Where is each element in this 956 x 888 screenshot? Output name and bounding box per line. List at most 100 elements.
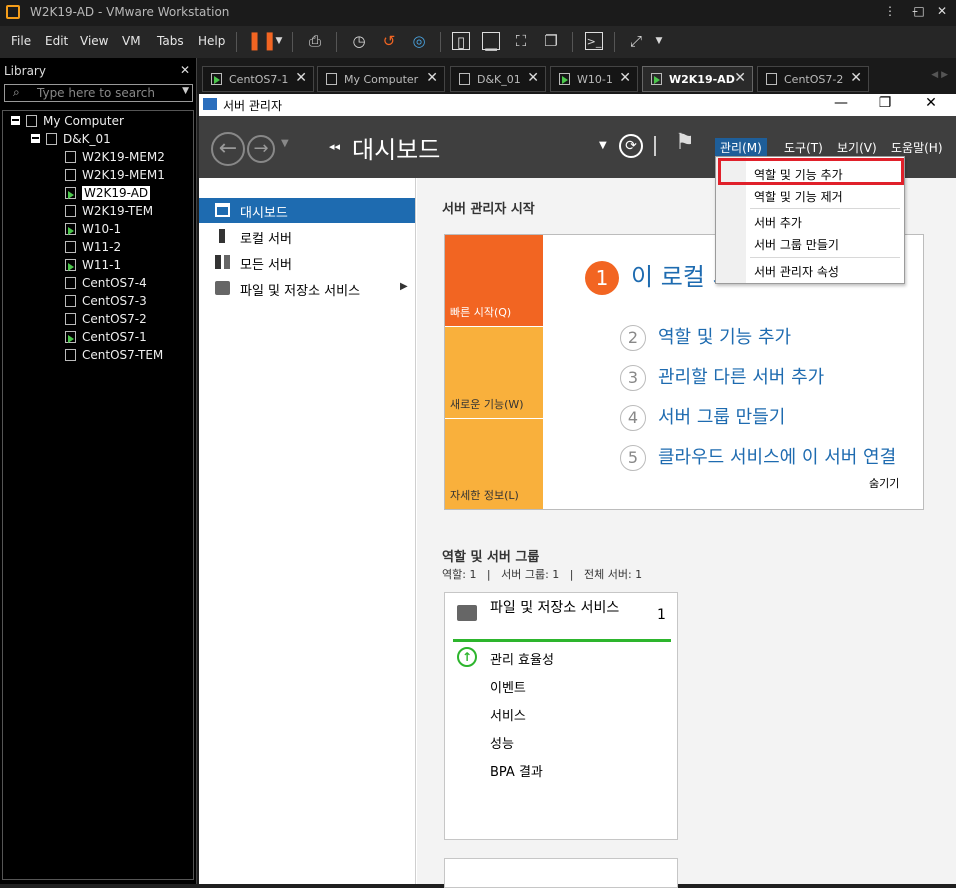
expand-arrow-icon[interactable]: ▶	[400, 281, 408, 292]
toolbar-divider	[236, 32, 237, 52]
refresh-dropdown-icon[interactable]: ▼	[599, 140, 607, 151]
card-item-performance[interactable]: 성능	[490, 733, 514, 752]
dropdown-icon[interactable]: ▼	[270, 32, 288, 50]
vm-tab[interactable]: CentOS7-1 ✕	[202, 66, 314, 92]
refresh-icon[interactable]: ⟳	[619, 134, 643, 158]
close-tab-icon[interactable]: ✕	[527, 70, 539, 86]
library-tree-item[interactable]: W2K19-AD	[65, 185, 151, 202]
library-tree-item[interactable]: W11-1	[65, 257, 121, 274]
status-bar	[453, 639, 671, 642]
close-tab-icon[interactable]: ✕	[426, 70, 438, 86]
maximize-button[interactable]: □	[908, 4, 930, 18]
menu-help[interactable]: Help	[198, 34, 225, 48]
tree-item-label: CentOS7-4	[82, 276, 147, 290]
library-tree-item[interactable]: CentOS7-2	[65, 311, 147, 328]
step-number: 3	[620, 365, 646, 391]
close-button[interactable]: ✕	[932, 4, 952, 18]
pause-icon[interactable]: ❚❚	[247, 32, 277, 50]
library-tree-item[interactable]: W10-1	[65, 221, 121, 238]
collapse-toggle-icon[interactable]	[11, 116, 20, 125]
vm-tab[interactable]: D&K_01 ✕	[450, 66, 546, 92]
chevron-down-icon[interactable]: ▼	[182, 86, 189, 96]
step-add-servers[interactable]: 3 관리할 다른 서버 추가	[620, 363, 824, 391]
menu-item-create-server-group[interactable]: 서버 그룹 만들기	[754, 236, 839, 253]
vm-tab[interactable]: CentOS7-2 ✕	[757, 66, 869, 92]
tile-whats-new[interactable]: 새로운 기능(W)	[445, 327, 543, 418]
tile-learn-more[interactable]: 자세한 정보(L)	[445, 419, 543, 509]
library-tree-item[interactable]: CentOS7-TEM	[65, 347, 163, 364]
role-card-file-storage[interactable]: 파일 및 저장소 서비스 1 ↑ 관리 효율성 이벤트 서비스 성능 BPA 결…	[444, 592, 678, 840]
notifications-flag-icon[interactable]: ⚑	[675, 130, 695, 155]
menu-item-add-servers[interactable]: 서버 추가	[754, 214, 802, 231]
step-create-server-group[interactable]: 4 서버 그룹 만들기	[620, 403, 785, 431]
unity-icon[interactable]: ❐	[542, 32, 560, 50]
restore-button[interactable]: ❐	[873, 95, 897, 111]
menu-tools[interactable]: 도구(T)	[779, 138, 828, 157]
snapshot-icon[interactable]: ◷	[350, 32, 368, 50]
card-item-events[interactable]: 이벤트	[490, 677, 526, 696]
toolbar-divider	[572, 32, 573, 52]
menu-view[interactable]: View	[80, 34, 108, 48]
nav-label: 모든 서버	[240, 258, 292, 273]
nav-local-server[interactable]: 로컬 서버	[199, 224, 415, 249]
library-tree-item[interactable]: W2K19-MEM2	[65, 149, 165, 166]
more-options-icon[interactable]: ⋮	[880, 4, 900, 18]
close-tab-icon[interactable]: ✕	[734, 70, 746, 86]
vm-tab[interactable]: My Computer ✕	[317, 66, 445, 92]
library-search-input[interactable]: ⌕ Type here to search ▼	[4, 84, 193, 102]
library-close-icon[interactable]: ✕	[180, 63, 190, 77]
library-view-icon[interactable]: ▯	[452, 32, 470, 51]
step-add-roles[interactable]: 2 역할 및 기능 추가	[620, 323, 791, 351]
revert-snapshot-icon[interactable]: ↺	[380, 32, 398, 50]
close-button[interactable]: ✕	[919, 95, 943, 111]
close-tab-icon[interactable]: ✕	[619, 70, 631, 86]
menu-edit[interactable]: Edit	[45, 34, 68, 48]
close-tab-icon[interactable]: ✕	[295, 70, 307, 86]
snapshot-manager-icon[interactable]: ◎	[410, 32, 428, 50]
menu-view[interactable]: 보기(V)	[832, 138, 882, 157]
library-tree-item[interactable]: CentOS7-4	[65, 275, 147, 292]
vm-icon	[65, 169, 76, 181]
library-tree-item[interactable]: W11-2	[65, 239, 121, 256]
library-tree-item[interactable]: CentOS7-1	[65, 329, 147, 346]
card-item-bpa-results[interactable]: BPA 결과	[490, 761, 543, 780]
tab-scroll-arrows-icon[interactable]: ◀ ▶	[931, 70, 948, 80]
card-item-manageability[interactable]: 관리 효율성	[490, 649, 554, 668]
menu-help[interactable]: 도움말(H)	[886, 138, 948, 157]
step-configure-local-server[interactable]: 1 이 로컬 서버 구성	[585, 257, 720, 295]
menu-item-server-manager-properties[interactable]: 서버 관리자 속성	[754, 263, 839, 280]
library-tree-item[interactable]: W2K19-TEM	[65, 203, 153, 220]
card-item-services[interactable]: 서비스	[490, 705, 526, 724]
library-tree-item[interactable]: D&K_01	[31, 131, 111, 148]
menu-item-remove-roles[interactable]: 역할 및 기능 제거	[754, 188, 843, 205]
fullscreen-icon[interactable]: ⛶	[512, 32, 530, 50]
back-button[interactable]: ←	[211, 132, 245, 166]
thumbnail-view-icon[interactable]: ▁	[482, 32, 500, 51]
collapse-toggle-icon[interactable]	[31, 134, 40, 143]
history-dropdown-icon[interactable]: ▼	[281, 138, 289, 149]
library-title: Library	[4, 64, 46, 78]
menu-vm[interactable]: VM	[122, 34, 141, 48]
vmware-logo-icon	[6, 5, 20, 19]
minimize-button[interactable]: —	[829, 95, 853, 111]
hide-link[interactable]: 숨기기	[869, 475, 899, 491]
library-tree-item[interactable]: W2K19-MEM1	[65, 167, 165, 184]
close-tab-icon[interactable]: ✕	[850, 70, 862, 86]
console-icon[interactable]: >_	[585, 32, 603, 50]
step-connect-cloud[interactable]: 5 클라우드 서비스에 이 서버 연결	[620, 443, 896, 471]
nav-all-servers[interactable]: 모든 서버	[199, 250, 415, 275]
nav-file-storage[interactable]: 파일 및 저장소 서비스 ▶	[199, 276, 415, 301]
vm-tab[interactable]: W2K19-AD ✕	[642, 66, 753, 92]
tile-quick-start[interactable]: 빠른 시작(Q)	[445, 235, 543, 326]
library-tree-item[interactable]: CentOS7-3	[65, 293, 147, 310]
vm-tab[interactable]: W10-1 ✕	[550, 66, 638, 92]
library-tree-item[interactable]: My Computer	[11, 113, 124, 130]
menu-manage[interactable]: 관리(M)	[715, 138, 767, 157]
dropdown-icon[interactable]: ▼	[650, 32, 668, 50]
forward-button[interactable]: →	[247, 135, 275, 163]
menu-file[interactable]: File	[11, 34, 31, 48]
menu-tabs[interactable]: Tabs	[157, 34, 184, 48]
nav-dashboard[interactable]: 대시보드	[199, 198, 415, 223]
send-ctrl-alt-del-icon[interactable]: ⎙	[306, 32, 324, 50]
stretch-icon[interactable]: ⤢	[627, 32, 645, 50]
